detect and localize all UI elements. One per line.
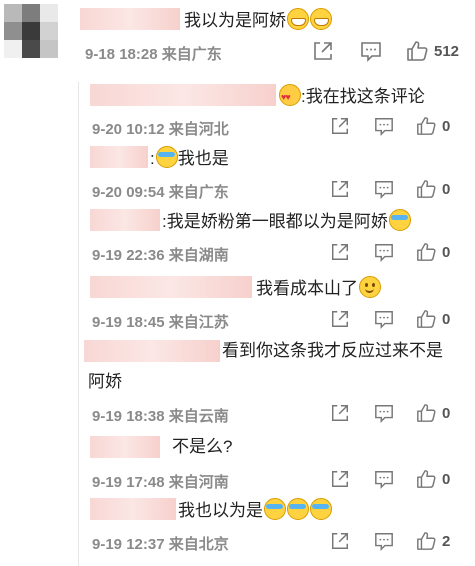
reply-username-blurred[interactable] <box>90 436 160 458</box>
like-count: 0 <box>442 243 451 261</box>
like-count: 512 <box>434 42 460 60</box>
cry-laugh-emoji-icon <box>287 498 309 520</box>
love-emoji-icon <box>279 84 301 108</box>
cry-laugh-emoji-icon <box>264 498 286 520</box>
like-icon <box>407 41 428 61</box>
share-icon[interactable] <box>330 242 350 262</box>
reply-username-blurred[interactable] <box>90 498 176 520</box>
reply-actions: 2 <box>330 531 450 551</box>
reply-thread-line <box>78 82 79 566</box>
grin-emoji-icon <box>287 8 309 30</box>
reply-text: :我是娇粉第一眼都以为是阿娇 <box>162 209 411 233</box>
avatar[interactable] <box>4 4 58 58</box>
comment-icon[interactable] <box>360 40 382 62</box>
comment-icon[interactable] <box>374 469 394 489</box>
like-button[interactable]: 0 <box>416 403 450 423</box>
reply-meta: 9-19 22:36 来自湖南 <box>92 247 229 264</box>
like-count: 0 <box>442 310 451 328</box>
smile-emoji-icon <box>359 276 381 298</box>
like-icon <box>417 243 436 261</box>
reply-text: 我也以为是 <box>178 498 332 522</box>
reply-actions: 0 <box>330 116 450 136</box>
reply-meta: 9-20 10:12 来自河北 <box>92 121 229 138</box>
like-count: 0 <box>442 180 451 198</box>
share-icon[interactable] <box>330 116 350 136</box>
like-button[interactable]: 0 <box>416 469 450 489</box>
reply-meta: 9-20 09:54 来自广东 <box>92 184 229 201</box>
reply-username-blurred[interactable] <box>90 146 148 168</box>
cry-laugh-emoji-icon <box>310 498 332 520</box>
like-count: 0 <box>442 117 451 135</box>
reply-username-blurred[interactable] <box>90 84 276 106</box>
comment-actions: 512 <box>312 40 459 62</box>
share-icon[interactable] <box>312 40 334 62</box>
reply-meta: 9-19 18:45 来自江苏 <box>92 314 229 331</box>
reply-text: 看到你这条我才反应过来不是 <box>222 341 443 360</box>
cry-laugh-emoji-icon <box>388 209 411 231</box>
reply-actions: 0 <box>330 469 450 489</box>
reply-username-blurred[interactable] <box>90 276 252 298</box>
like-count: 0 <box>442 470 451 488</box>
username-blurred[interactable] <box>80 8 180 30</box>
like-count: 0 <box>442 404 451 422</box>
reply-actions: 0 <box>330 242 450 262</box>
like-button[interactable]: 0 <box>416 242 450 262</box>
share-icon[interactable] <box>330 531 350 551</box>
grin-emoji-icon <box>310 8 332 30</box>
comment-icon[interactable] <box>374 116 394 136</box>
reply-meta: 9-19 17:48 来自河南 <box>92 474 229 491</box>
reply-text: 我看成本山了 <box>256 276 381 300</box>
reply-meta: 9-19 18:38 来自云南 <box>92 408 229 425</box>
like-icon <box>417 180 436 198</box>
like-icon <box>417 470 436 488</box>
share-icon[interactable] <box>330 309 350 329</box>
like-icon <box>417 532 436 550</box>
like-button[interactable]: 2 <box>416 531 450 551</box>
comment-icon[interactable] <box>374 309 394 329</box>
comment-icon[interactable] <box>374 403 394 423</box>
like-icon <box>417 117 436 135</box>
like-icon <box>417 310 436 328</box>
comment-text: 我以为是阿娇 <box>184 8 332 32</box>
comment-icon[interactable] <box>374 242 394 262</box>
reply-username-blurred[interactable] <box>84 340 220 362</box>
reply-actions: 0 <box>330 179 450 199</box>
reply-username-blurred[interactable] <box>90 209 160 231</box>
reply-actions: 0 <box>330 403 450 423</box>
share-icon[interactable] <box>330 469 350 489</box>
reply-text: 不是么? <box>172 437 233 456</box>
like-button[interactable]: 0 <box>416 116 450 136</box>
like-button[interactable]: 512 <box>406 40 459 62</box>
like-button[interactable]: 0 <box>416 179 450 199</box>
comment-meta: 9-18 18:28 来自广东 <box>85 46 222 63</box>
reply-text-line2: 阿娇 <box>88 372 122 391</box>
like-count: 2 <box>442 532 451 550</box>
comment-icon[interactable] <box>374 531 394 551</box>
share-icon[interactable] <box>330 403 350 423</box>
reply-text: :我在找这条评论 <box>278 84 425 108</box>
like-button[interactable]: 0 <box>416 309 450 329</box>
cry-laugh-emoji-icon <box>155 146 178 168</box>
share-icon[interactable] <box>330 179 350 199</box>
like-icon <box>417 404 436 422</box>
reply-meta: 9-19 12:37 来自北京 <box>92 536 229 553</box>
comment-icon[interactable] <box>374 179 394 199</box>
reply-actions: 0 <box>330 309 450 329</box>
reply-text: : 我也是 <box>150 146 229 170</box>
